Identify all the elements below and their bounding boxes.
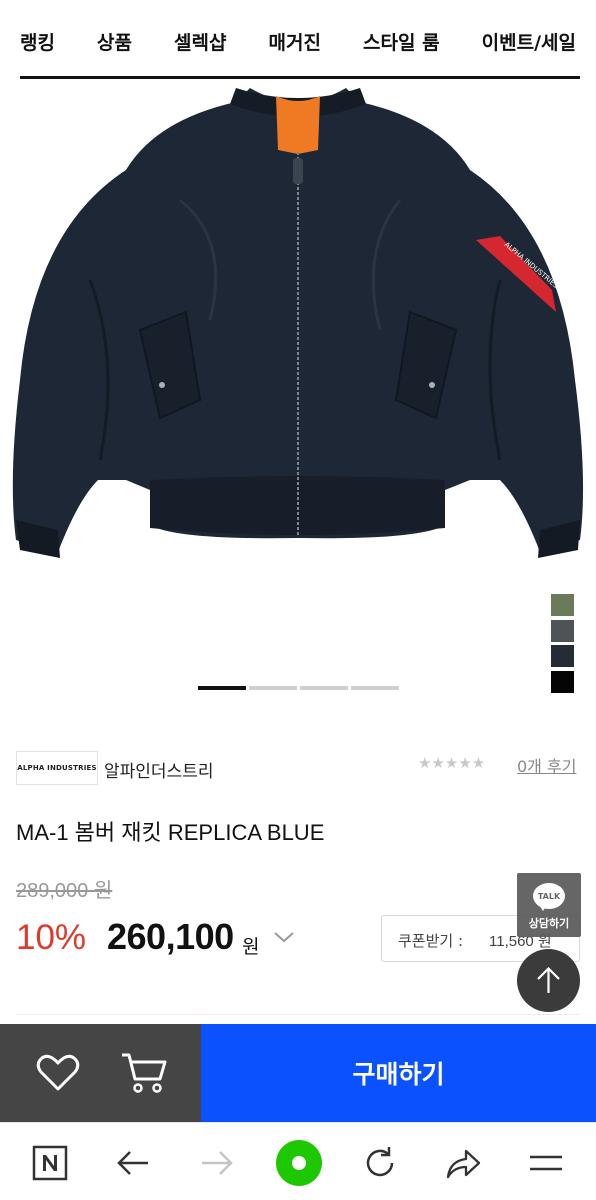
rating-stars: ★★★★★ bbox=[418, 754, 486, 772]
talk-bubble-tail bbox=[539, 905, 547, 911]
nav-item-style-room[interactable]: 스타일 룸 bbox=[363, 28, 440, 55]
nav-item-magazine[interactable]: 매거진 bbox=[269, 28, 321, 55]
share-icon[interactable] bbox=[444, 1145, 482, 1181]
back-arrow-icon[interactable] bbox=[116, 1147, 152, 1179]
heart-icon[interactable] bbox=[36, 1054, 80, 1092]
nav-underline bbox=[20, 76, 580, 79]
nav-item-products[interactable]: 상품 bbox=[97, 28, 132, 55]
naver-green-home-icon[interactable] bbox=[275, 1139, 323, 1187]
product-image-carousel[interactable]: ALPHA INDUSTRIES bbox=[0, 80, 596, 720]
original-price: 289,000 원 bbox=[16, 880, 113, 902]
section-divider bbox=[16, 1014, 580, 1015]
color-swatch-navy[interactable] bbox=[551, 645, 574, 667]
nav-item-selectshop[interactable]: 셀렉샵 bbox=[174, 28, 226, 55]
color-swatch-gray[interactable] bbox=[551, 619, 574, 642]
buy-button[interactable]: 구매하기 bbox=[201, 1024, 596, 1122]
price-unit: 원 bbox=[242, 936, 260, 958]
talk-bubble-icon: TALK bbox=[533, 883, 565, 909]
product-jacket-image: ALPHA INDUSTRIES bbox=[12, 88, 584, 558]
color-swatch-black[interactable] bbox=[551, 670, 574, 693]
purchase-bar-actions bbox=[0, 1024, 201, 1122]
brand-name[interactable]: 알파인더스트리 bbox=[104, 757, 213, 782]
top-category-nav: 랭킹 상품 셀렉샵 매거진 스타일 룸 이벤트/세일 bbox=[0, 0, 596, 80]
scroll-top-button[interactable] bbox=[517, 949, 580, 1012]
pager-indicator[interactable] bbox=[249, 686, 297, 690]
talk-consult-button[interactable]: TALK 상담하기 bbox=[517, 873, 581, 937]
pager-indicator[interactable] bbox=[351, 686, 399, 690]
menu-icon[interactable] bbox=[528, 1149, 564, 1177]
sale-price: 260,100 bbox=[107, 916, 234, 957]
carousel-pager bbox=[198, 686, 399, 690]
browser-toolbar bbox=[0, 1122, 596, 1200]
reviews-link[interactable]: 0개 후기 bbox=[517, 753, 576, 777]
color-swatch-olive[interactable] bbox=[551, 594, 574, 616]
chevron-down-icon[interactable] bbox=[272, 929, 296, 945]
forward-arrow-icon[interactable] bbox=[198, 1147, 234, 1179]
arrow-up-icon bbox=[537, 966, 560, 993]
pager-indicator[interactable] bbox=[300, 686, 348, 690]
coupon-label: 쿠폰받기 : bbox=[398, 932, 464, 950]
cart-icon[interactable] bbox=[120, 1052, 168, 1094]
talk-label: 상담하기 bbox=[528, 917, 570, 930]
pager-indicator[interactable] bbox=[198, 686, 246, 690]
nav-item-event-sale[interactable]: 이벤트/세일 bbox=[482, 28, 576, 55]
product-title: MA-1 봄버 재킷 REPLICA BLUE bbox=[16, 820, 325, 845]
purchase-bar: 구매하기 bbox=[0, 1024, 596, 1122]
nav-item-ranking[interactable]: 랭킹 bbox=[20, 28, 55, 55]
naver-home-icon[interactable] bbox=[32, 1145, 68, 1181]
color-swatch-list bbox=[551, 594, 574, 696]
discount-rate: 10% bbox=[16, 918, 87, 957]
refresh-icon[interactable] bbox=[362, 1145, 398, 1181]
brand-logo[interactable]: ALPHA INDUSTRIES bbox=[16, 751, 98, 785]
